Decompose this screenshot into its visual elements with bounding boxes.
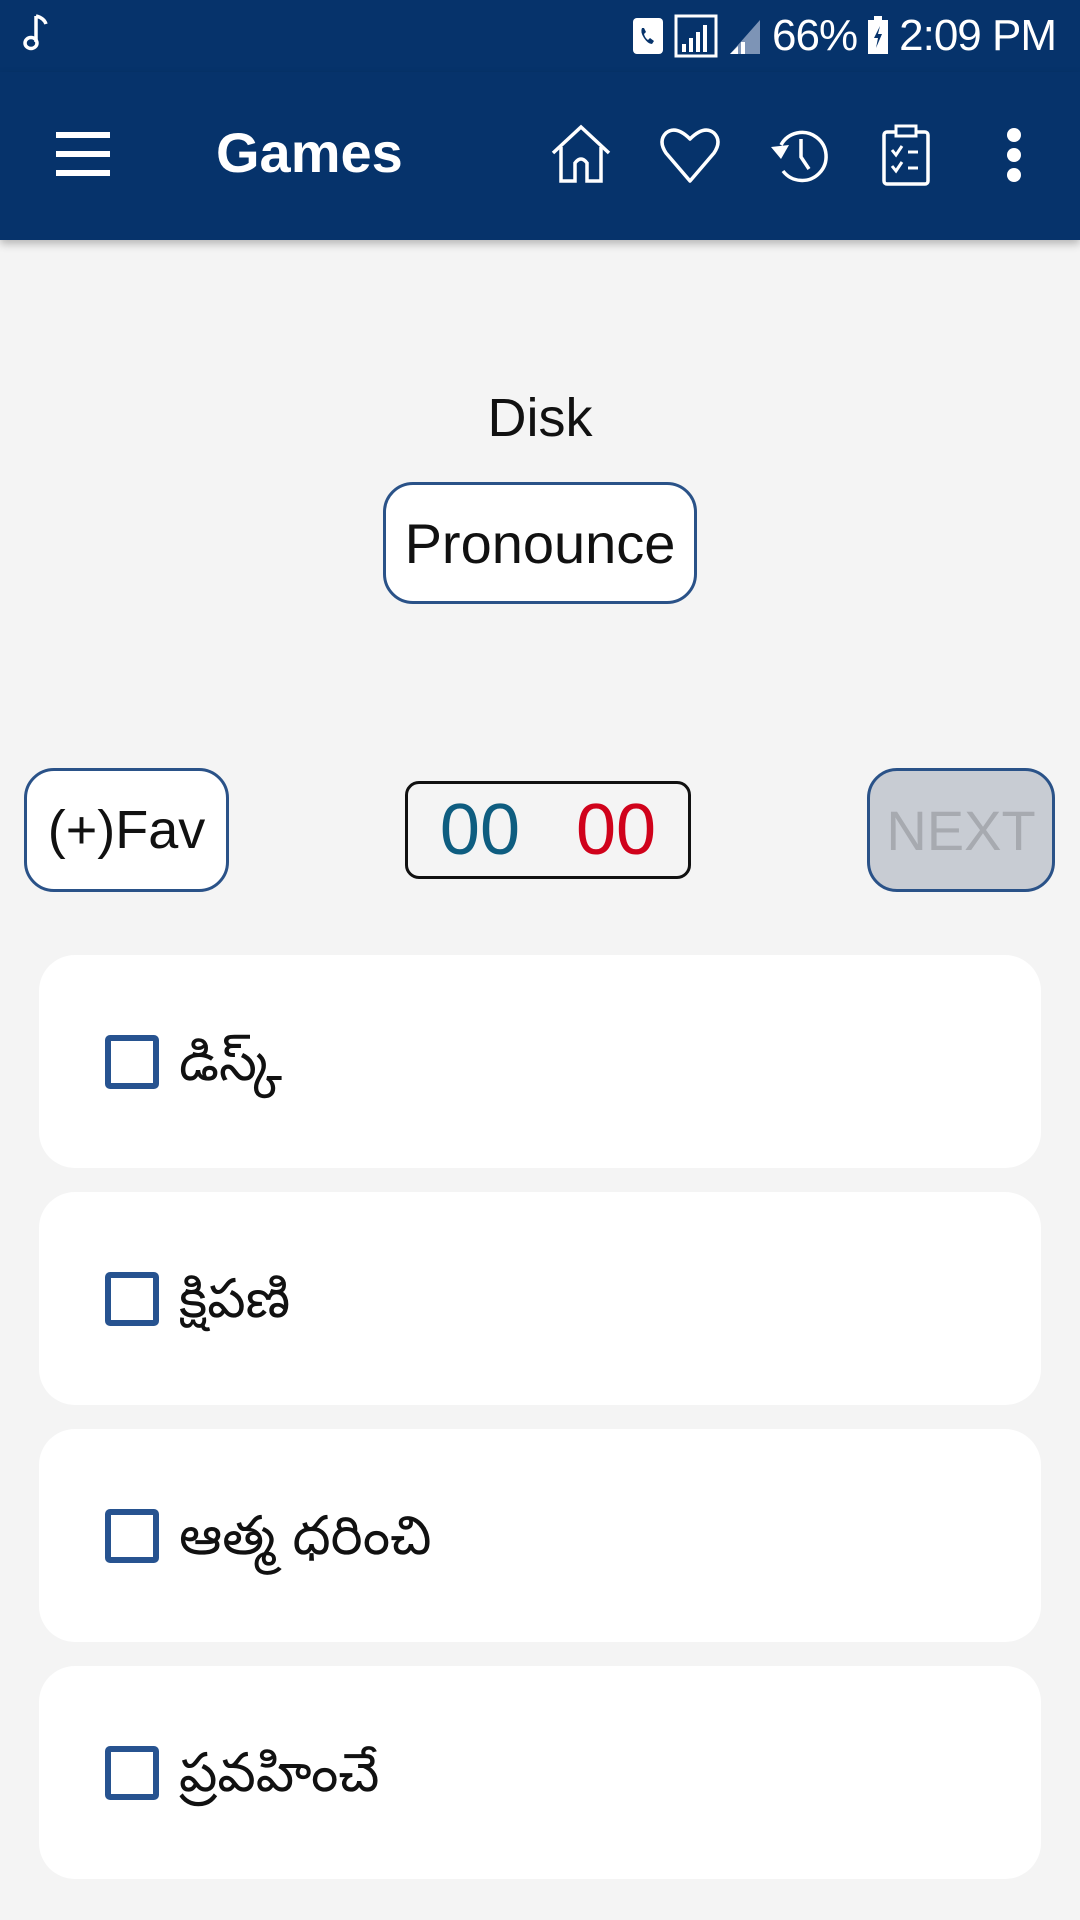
more-options-button[interactable] [979,120,1049,190]
battery-charging-icon [867,16,889,56]
game-area: Disk Pronounce (+)Fav 00 00 NEXT డిస్క్ … [0,240,1080,1920]
clock: 2:09 PM [899,11,1057,60]
home-icon [551,124,611,183]
score-counter: 00 00 [405,781,691,879]
signal-secondary-icon [728,16,762,56]
add-favorite-button[interactable]: (+)Fav [24,768,229,892]
status-bar: 66% 2:09 PM [0,0,1080,72]
option-label: డిస్క్ [179,1029,283,1093]
status-icons: 66% 2:09 PM [632,10,1057,62]
app-bar-actions [0,120,1080,190]
option-checkbox[interactable] [105,1508,159,1563]
more-vert-icon [1007,128,1021,182]
signal-icon [674,14,718,58]
answer-option[interactable]: క్షిపణి [39,1192,1041,1405]
music-note-icon [22,12,52,61]
option-checkbox[interactable] [105,1745,159,1800]
answer-option[interactable]: డిస్క్ [39,955,1041,1168]
heart-icon [660,128,720,183]
favorites-button[interactable] [655,120,725,190]
home-button[interactable] [546,120,616,190]
history-icon [771,130,828,183]
history-button[interactable] [764,120,834,190]
option-label: ప్రవహించే [179,1740,380,1804]
quiz-button[interactable] [871,120,941,190]
clipboard-check-icon [882,124,930,186]
answer-option[interactable]: ప్రవహించే [39,1666,1041,1879]
option-checkbox[interactable] [105,1034,159,1089]
battery-percent: 66% [772,11,858,60]
option-label: ఆత్మ ధరించి [179,1503,432,1567]
option-label: క్షిపణి [179,1266,291,1330]
answer-option[interactable]: ఆత్మ ధరించి [39,1429,1041,1642]
correct-count: 00 [439,790,520,870]
question-word: Disk [487,388,593,448]
wrong-count: 00 [576,790,657,870]
option-checkbox[interactable] [105,1271,159,1326]
app-bar: Games [0,72,1080,240]
wifi-calling-icon [632,16,664,56]
next-button[interactable]: NEXT [867,768,1055,892]
pronounce-button[interactable]: Pronounce [383,482,697,604]
